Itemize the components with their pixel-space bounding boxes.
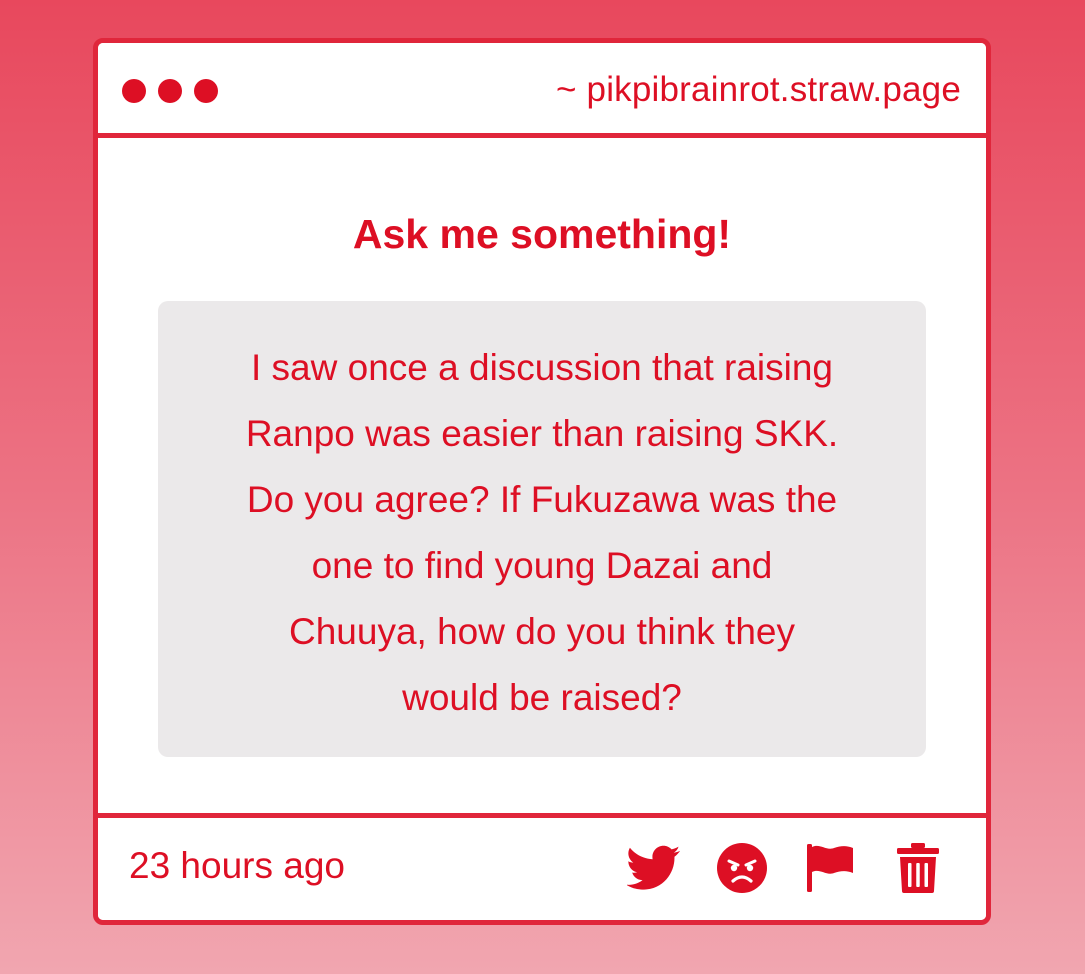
window-titlebar: ~ pikpibrainrot.straw.page <box>98 43 986 138</box>
trash-icon <box>897 843 939 893</box>
question-text: I saw once a discussion that raising Ran… <box>184 335 900 731</box>
question-line: Ranpo was easier than raising SKK. <box>245 413 839 454</box>
angry-face-icon <box>717 843 767 893</box>
question-line: I saw once a discussion that raising <box>250 347 834 388</box>
timestamp: 23 hours ago <box>129 845 346 886</box>
question-line: Chuuya, how do you think they <box>289 611 795 652</box>
window-dots <box>122 79 218 103</box>
page-title: Ask me something! <box>352 211 732 257</box>
card-footer: 23 hours ago <box>98 813 986 920</box>
site-url[interactable]: ~ pikpibrainrot.straw.page <box>556 70 961 110</box>
report-button[interactable] <box>802 840 858 896</box>
twitter-icon <box>627 845 681 890</box>
action-bar <box>626 840 946 896</box>
delete-button[interactable] <box>890 840 946 896</box>
card-content: Ask me something! I saw once a discussio… <box>98 143 986 819</box>
ask-card: ~ pikpibrainrot.straw.page Ask me someth… <box>93 38 991 925</box>
question-line: Do you agree? If Fukuzawa was the <box>246 479 838 520</box>
question-line: one to find young Dazai and <box>311 545 773 586</box>
react-angry-button[interactable] <box>714 840 770 896</box>
flag-icon <box>807 844 853 892</box>
window-dot-3 <box>194 79 218 103</box>
window-dot-2 <box>158 79 182 103</box>
question-box: I saw once a discussion that raising Ran… <box>158 301 926 757</box>
window-dot-1 <box>122 79 146 103</box>
share-twitter-button[interactable] <box>626 840 682 896</box>
question-line: would be raised? <box>402 677 682 718</box>
